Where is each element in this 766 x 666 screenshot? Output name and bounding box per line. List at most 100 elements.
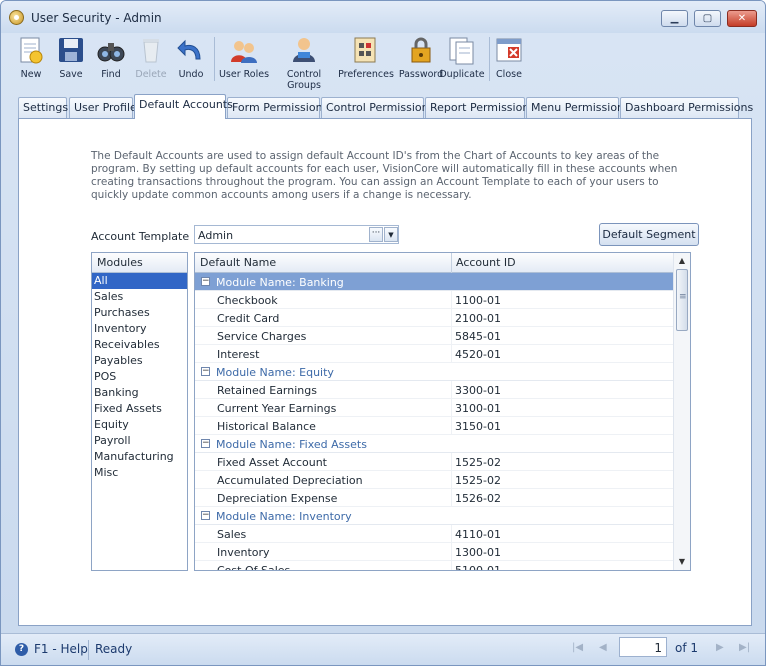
table-row[interactable]: Fixed Asset Account 1525-02 [195,453,673,471]
tab-dashboard-permissions[interactable]: Dashboard Permissions [620,97,753,118]
module-item[interactable]: Banking [92,385,187,401]
module-item[interactable]: Manufacturing [92,449,187,465]
account-id-cell[interactable]: 1525-02 [455,474,501,487]
tab-report-permissions[interactable]: Report Permissions [425,97,535,118]
close-window-button[interactable]: ✕ [727,10,757,27]
collapse-icon[interactable]: − [201,439,210,448]
column-header-account-id[interactable]: Account ID [456,256,516,269]
tab-strip: Settings User Profile Default Accounts F… [18,94,753,119]
dropdown-arrow-icon[interactable]: ▼ [384,227,398,242]
module-item[interactable]: Inventory [92,321,187,337]
module-item[interactable]: Purchases [92,305,187,321]
group-title: Module Name: Fixed Assets [216,438,367,451]
table-row[interactable]: Sales 4110-01 [195,525,673,543]
account-id-cell[interactable]: 4520-01 [455,348,501,361]
account-template-combo[interactable]: Admin ··· ▼ [194,225,399,244]
account-id-cell[interactable]: 5100-01 [455,564,501,570]
table-row[interactable]: Checkbook 1100-01 [195,291,673,309]
table-row[interactable]: Current Year Earnings 3100-01 [195,399,673,417]
default-name-cell: Accumulated Depreciation [217,474,363,487]
group-row[interactable]: − Module Name: Banking [195,273,673,291]
window-title: User Security - Admin [31,11,162,25]
tab-control-permissions[interactable]: Control Permissions [321,97,434,118]
new-button[interactable]: New [11,33,51,87]
table-row[interactable]: Inventory 1300-01 [195,543,673,561]
account-id-cell[interactable]: 1100-01 [455,294,501,307]
account-id-cell[interactable]: 1526-02 [455,492,501,505]
tab-default-accounts[interactable]: Default Accounts [134,94,233,119]
account-id-cell[interactable]: 2100-01 [455,312,501,325]
undo-button[interactable]: Undo [171,33,211,87]
tab-form-permissions[interactable]: Form Permissions [227,97,328,118]
ellipsis-button[interactable]: ··· [369,227,383,242]
module-item[interactable]: Payroll [92,433,187,449]
module-item[interactable]: Payables [92,353,187,369]
grid-header: Default Name Account ID [195,253,673,273]
duplicate-button[interactable]: Duplicate [437,33,487,87]
group-row[interactable]: − Module Name: Fixed Assets [195,435,673,453]
maximize-button[interactable]: ▢ [694,10,721,27]
save-button[interactable]: Save [51,33,91,87]
table-row[interactable]: Depreciation Expense 1526-02 [195,489,673,507]
toolbar-separator [489,37,490,81]
scroll-up-arrow-icon[interactable]: ▲ [676,254,688,268]
group-title: Module Name: Banking [216,276,344,289]
binoculars-icon [96,35,126,65]
table-row[interactable]: Credit Card 2100-01 [195,309,673,327]
delete-button[interactable]: Delete [131,33,171,87]
user-roles-button[interactable]: User Roles [217,33,271,87]
module-item[interactable]: Sales [92,289,187,305]
default-name-cell: Service Charges [217,330,307,343]
table-row[interactable]: Interest 4520-01 [195,345,673,363]
recycle-bin-icon [136,35,166,65]
module-item[interactable]: Misc [92,465,187,481]
account-id-cell[interactable]: 4110-01 [455,528,501,541]
collapse-icon[interactable]: − [201,511,210,520]
default-accounts-grid: Default Name Account ID − Module Name: Ba… [194,252,691,571]
module-item[interactable]: POS [92,369,187,385]
table-row[interactable]: Historical Balance 3150-01 [195,417,673,435]
module-item[interactable]: Fixed Assets [92,401,187,417]
control-groups-button[interactable]: Control Groups [271,33,337,91]
account-id-cell[interactable]: 3100-01 [455,402,501,415]
tab-settings[interactable]: Settings [18,97,68,118]
find-button[interactable]: Find [91,33,131,87]
account-id-cell[interactable]: 1300-01 [455,546,501,559]
title-bar: User Security - Admin ▁ ▢ ✕ [1,1,765,33]
module-item[interactable]: Receivables [92,337,187,353]
vertical-scrollbar[interactable]: ▲ ▼ [673,253,690,570]
close-button[interactable]: Close [491,33,527,87]
page-number-input[interactable]: 1 [619,637,667,657]
default-segment-button[interactable]: Default Segment [599,223,699,246]
tab-menu-permissions[interactable]: Menu Permissions [526,97,630,118]
table-row[interactable]: Service Charges 5845-01 [195,327,673,345]
minimize-button[interactable]: ▁ [661,10,688,27]
last-page-icon[interactable]: ▶| [739,642,750,653]
help-link[interactable]: F1 - Help [34,642,88,656]
module-item[interactable]: All [92,273,187,289]
default-name-cell: Fixed Asset Account [217,456,327,469]
default-name-cell: Historical Balance [217,420,316,433]
account-id-cell[interactable]: 3300-01 [455,384,501,397]
group-row[interactable]: − Module Name: Inventory [195,507,673,525]
group-row[interactable]: − Module Name: Equity [195,363,673,381]
tab-user-profile[interactable]: User Profile [69,97,137,118]
prev-page-icon[interactable]: ◀ [599,642,607,653]
table-row[interactable]: Cost Of Sales 5100-01 [195,561,673,571]
first-page-icon[interactable]: |◀ [572,642,583,653]
scroll-thumb[interactable] [676,269,688,331]
collapse-icon[interactable]: − [201,367,210,376]
column-header-default-name[interactable]: Default Name [200,256,276,269]
default-name-cell: Cost Of Sales [217,564,291,571]
scroll-down-arrow-icon[interactable]: ▼ [676,555,688,569]
account-id-cell[interactable]: 5845-01 [455,330,501,343]
account-id-cell[interactable]: 1525-02 [455,456,501,469]
next-page-icon[interactable]: ▶ [716,642,724,653]
help-icon[interactable]: ? [15,643,28,656]
account-id-cell[interactable]: 3150-01 [455,420,501,433]
collapse-icon[interactable]: − [201,277,210,286]
table-row[interactable]: Accumulated Depreciation 1525-02 [195,471,673,489]
module-item[interactable]: Equity [92,417,187,433]
table-row[interactable]: Retained Earnings 3300-01 [195,381,673,399]
preferences-button[interactable]: Preferences [337,33,395,87]
